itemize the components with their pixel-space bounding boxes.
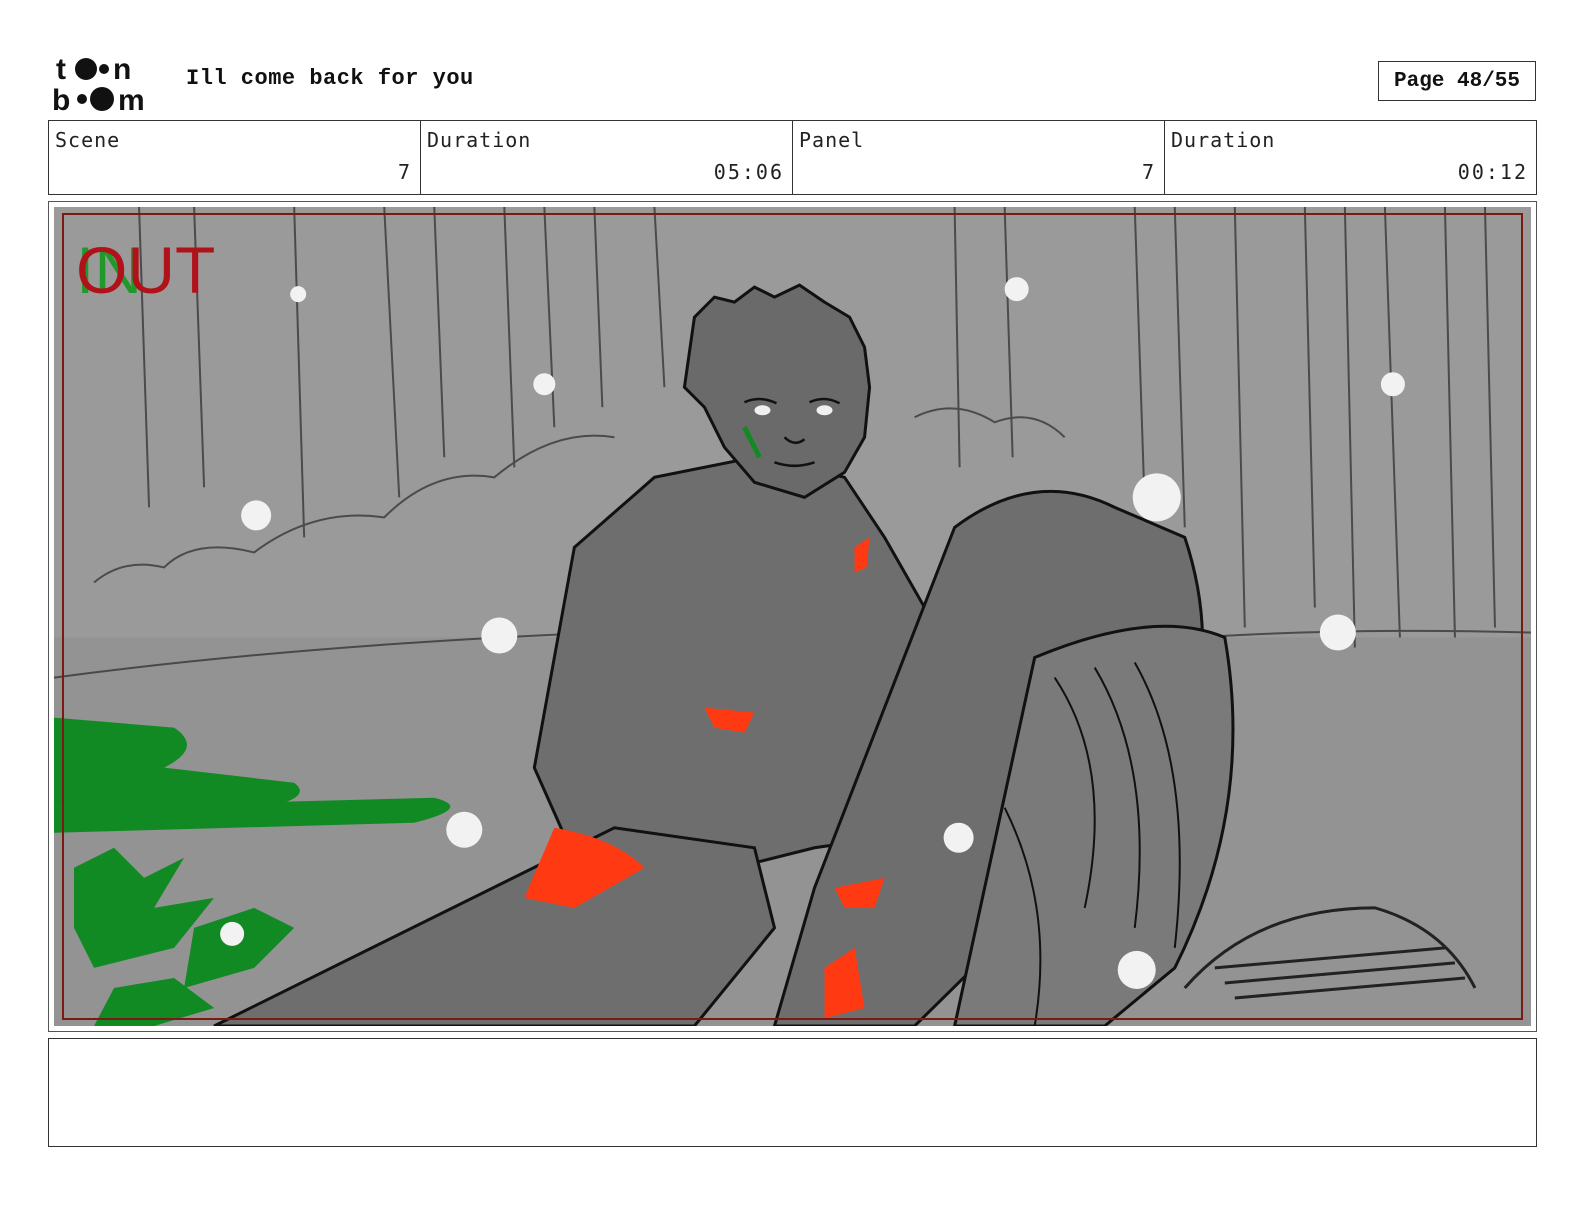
svg-text:n: n — [113, 53, 131, 86]
panel-value: 7 — [1141, 160, 1156, 184]
panel-duration-cell: Duration 00:12 — [1165, 121, 1536, 194]
notes-box[interactable] — [48, 1038, 1537, 1147]
panel-drawing: IN OUT — [54, 207, 1531, 1026]
svg-text:b: b — [52, 84, 70, 114]
scene-label: Scene — [55, 128, 121, 152]
panel-label: Panel — [799, 128, 865, 152]
panel-frame: IN OUT — [48, 201, 1537, 1032]
panel-cell: Panel 7 — [793, 121, 1165, 194]
panel-duration-value: 00:12 — [1457, 160, 1528, 184]
toonboom-logo: t n b m — [52, 52, 164, 117]
panel-duration-label: Duration — [1171, 128, 1276, 152]
svg-text:t: t — [56, 53, 66, 86]
panel-info-table: Scene 7 Duration 05:06 Panel 7 Duration … — [48, 120, 1537, 195]
scene-duration-label: Duration — [427, 128, 532, 152]
in-out-marker: IN OUT — [76, 235, 246, 305]
svg-text:m: m — [118, 84, 145, 114]
scene-duration-cell: Duration 05:06 — [421, 121, 793, 194]
page-indicator: Page 48/55 — [1378, 61, 1536, 101]
scene-duration-value: 05:06 — [713, 160, 784, 184]
scene-value: 7 — [397, 160, 412, 184]
out-marker: OUT — [76, 233, 216, 307]
scene-cell: Scene 7 — [49, 121, 421, 194]
storyboard-sketch — [54, 207, 1531, 1026]
storyboard-title: Ill come back for you — [186, 66, 474, 91]
